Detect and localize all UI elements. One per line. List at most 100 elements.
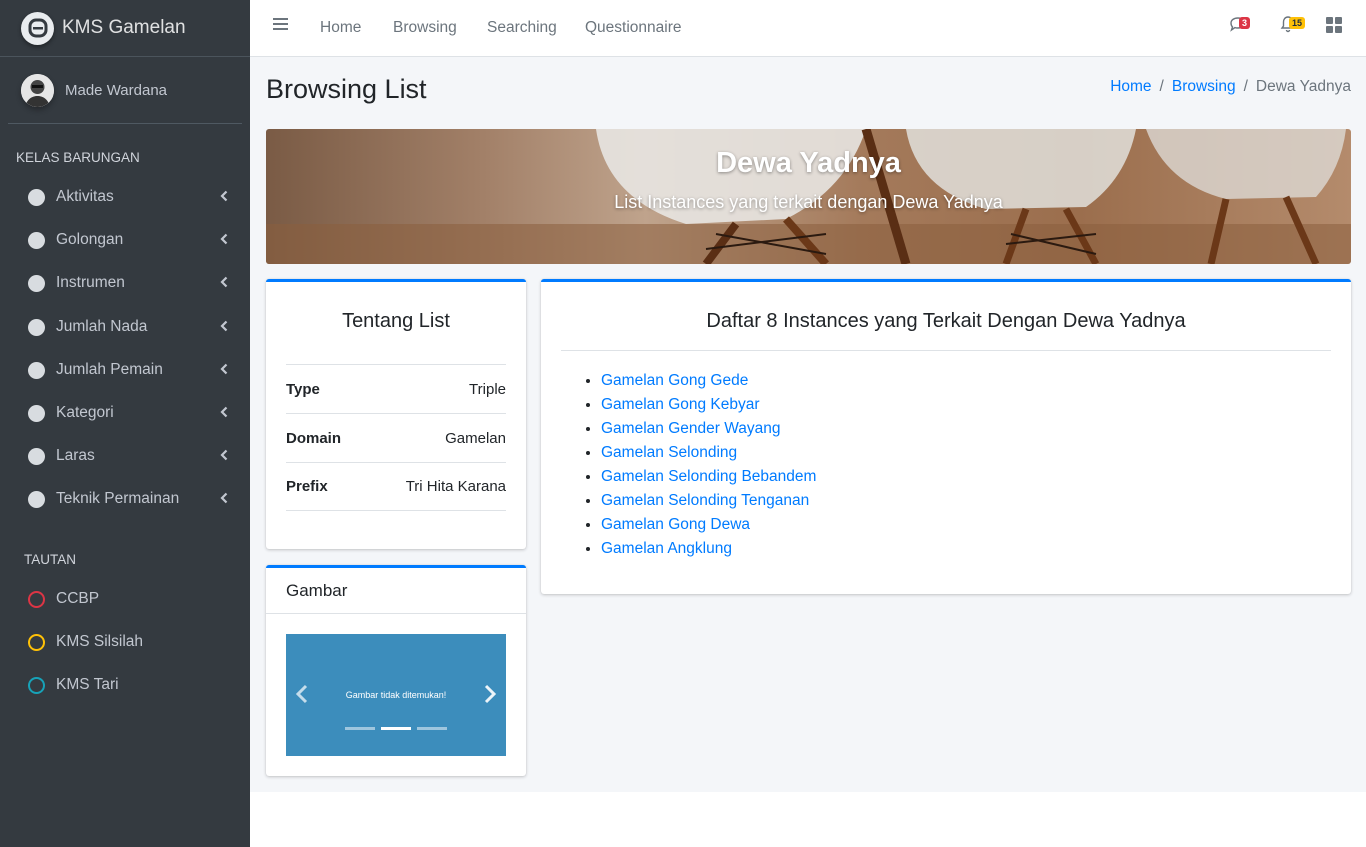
list-item: Gamelan Angklung [601,537,816,561]
nav-header-kelas: KELAS BARUNGAN [16,150,140,165]
carousel-empty-text: Gambar tidak ditemukan! [345,690,447,700]
chevron-left-icon [220,363,228,375]
sidebar-link-label: KMS Silsilah [56,633,143,650]
content-wrapper: Browsing List Home / Browsing / Dewa Yad… [250,57,1366,792]
top-navbar: Home Browsing Searching Questionnaire 3 … [250,0,1366,57]
instance-link[interactable]: Gamelan Selonding Bebandem [601,468,816,485]
chevron-left-icon [220,276,228,288]
brand-link[interactable]: KMS Gamelan [0,0,250,57]
breadcrumb-current: Dewa Yadnya [1255,78,1351,95]
hero-title: Dewa Yadnya [716,147,901,179]
breadcrumb: Home / Browsing / Dewa Yadnya [1110,78,1351,96]
nav-link-home[interactable]: Home [320,19,361,37]
about-key: Type [286,380,320,398]
sidebar-item-kategori[interactable]: Kategori [8,393,242,433]
sidebar-item-jumlah-pemain[interactable]: Jumlah Pemain [8,350,242,390]
breadcrumb-home[interactable]: Home [1110,78,1151,96]
sidebar-link-kms-silsilah[interactable]: KMS Silsilah [8,622,242,662]
image-carousel: Gambar tidak ditemukan! [286,634,506,756]
circle-outline-icon [28,676,45,694]
messages-badge: 3 [1239,17,1251,29]
instance-link[interactable]: Gamelan Selonding [601,444,737,461]
about-row-prefix: Prefix Tri Hita Karana [286,462,506,511]
instance-link[interactable]: Gamelan Selonding Tenganan [601,492,809,509]
gambar-card: Gambar Gambar tidak ditemukan! [266,565,526,776]
user-panel[interactable]: Made Wardana [8,57,242,124]
sidebar-item-label: Laras [56,447,95,464]
chevron-left-icon [220,320,228,332]
sidebar-link-ccbp[interactable]: CCBP [8,579,242,619]
sidebar-item-label: Kategori [56,404,114,421]
avatar [21,73,54,107]
sidebar-link-kms-tari[interactable]: KMS Tari [8,665,242,705]
list-item: Gamelan Gong Dewa [601,513,816,537]
carousel-next-icon[interactable] [483,684,497,704]
sidebar-item-jumlah-nada[interactable]: Jumlah Nada [8,307,242,347]
circle-icon [28,274,45,292]
breadcrumb-separator: / [1159,78,1164,95]
about-card-title: Tentang List [342,310,450,332]
about-value: Gamelan [445,429,506,447]
instance-link[interactable]: Gamelan Gender Wayang [601,420,781,437]
circle-outline-icon [28,590,45,608]
circle-icon [28,318,45,336]
sidebar-item-instrumen[interactable]: Instrumen [8,263,242,303]
sidebar-item-label: Jumlah Pemain [56,361,163,378]
apps-button[interactable] [1326,17,1342,38]
instances-list: Gamelan Gong Gede Gamelan Gong Kebyar Ga… [601,369,816,561]
instance-link[interactable]: Gamelan Gong Kebyar [601,396,760,413]
chevron-left-icon [220,492,228,504]
user-name: Made Wardana [65,81,167,99]
instances-card: Daftar 8 Instances yang Terkait Dengan D… [541,279,1351,594]
sidebar-item-label: Aktivitas [56,188,114,205]
sidebar-item-teknik-permainan[interactable]: Teknik Permainan [8,479,242,519]
notifications-button[interactable]: 15 [1280,15,1306,38]
divider [561,350,1331,351]
circle-icon [28,447,45,465]
sidebar-item-golongan[interactable]: Golongan [8,220,242,260]
sidebar-link-label: CCBP [56,590,100,607]
nav-link-browsing[interactable]: Browsing [393,19,457,37]
breadcrumb-browsing[interactable]: Browsing [1172,78,1236,96]
circle-icon [28,404,45,422]
hero-subtitle: List Instances yang terkait dengan Dewa … [614,192,1003,212]
list-item: Gamelan Gender Wayang [601,417,816,441]
list-item: Gamelan Gong Gede [601,369,816,393]
grid-icon [1326,17,1342,33]
list-item: Gamelan Selonding Tenganan [601,489,816,513]
chevron-left-icon [220,233,228,245]
about-key: Domain [286,429,342,447]
instances-card-title: Daftar 8 Instances yang Terkait Dengan D… [706,310,1186,332]
sidebar-item-label: Golongan [56,231,124,248]
instance-link[interactable]: Gamelan Gong Dewa [601,516,750,533]
carousel-indicator[interactable] [345,727,375,730]
nav-header-tautan: TAUTAN [24,552,76,567]
circle-icon [28,490,45,508]
sidebar-item-aktivitas[interactable]: Aktivitas [8,177,242,217]
chevron-left-icon [220,406,228,418]
sidebar: KMS Gamelan Made Wardana KELAS BARUNGAN … [0,0,250,847]
list-item: Gamelan Gong Kebyar [601,393,816,417]
hamburger-menu-icon[interactable] [273,17,289,31]
about-key: Prefix [286,478,328,495]
sidebar-item-label: Teknik Permainan [56,490,180,507]
brand-text: KMS Gamelan [62,17,186,38]
messages-button[interactable]: 3 [1229,15,1251,38]
breadcrumb-separator: / [1243,78,1248,95]
circle-icon [28,361,45,379]
nav-link-searching[interactable]: Searching [487,19,557,37]
sidebar-item-label: Jumlah Nada [56,318,148,335]
list-item: Gamelan Selonding Bebandem [601,465,816,489]
circle-icon [28,231,45,249]
carousel-indicator[interactable] [417,727,447,730]
brand-logo-icon [21,11,54,45]
instance-link[interactable]: Gamelan Gong Gede [601,372,748,389]
instance-link[interactable]: Gamelan Angklung [601,540,732,557]
page-title: Browsing List [266,74,427,104]
sidebar-item-laras[interactable]: Laras [8,436,242,476]
carousel-indicator-active[interactable] [381,727,411,730]
list-item: Gamelan Selonding [601,441,816,465]
hero-banner: Dewa Yadnya List Instances yang terkait … [266,129,1351,264]
nav-link-questionnaire[interactable]: Questionnaire [585,19,682,37]
gambar-card-title: Gambar [266,568,526,614]
